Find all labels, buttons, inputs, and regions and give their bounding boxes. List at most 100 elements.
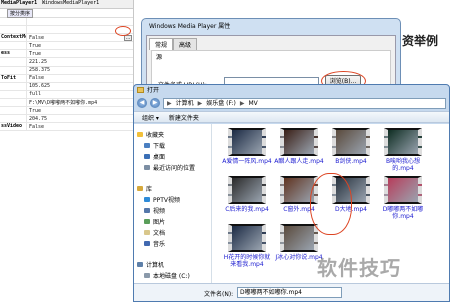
property-name [0,42,27,50]
video-icon [144,208,150,213]
file-item[interactable]: H花开的时候你就来看我.mp4 [221,224,273,268]
property-row[interactable]: F:\MV\D嘟嘟两不如嘟你.mp4 [0,98,133,108]
property-name [0,66,27,74]
organize-button[interactable]: 组织 ▾ [142,113,159,122]
background-heading: 资举例 [402,34,439,48]
property-name [0,82,27,90]
nav-favorites[interactable]: 收藏夹 [137,130,164,139]
nav-pictures[interactable]: 图片 [144,217,165,226]
property-value[interactable]: False [27,75,133,81]
file-name: H花开的时候你就来看我.mp4 [223,254,271,268]
nav-computer[interactable]: 计算机 [137,260,164,269]
breadcrumb-separator: ▶ [197,99,203,107]
property-name: ContextMenu [1,34,27,42]
new-folder-button[interactable]: 新建文件夹 [169,113,199,122]
property-value[interactable]: True [27,108,133,114]
breadcrumb-drive[interactable]: 娱乐盘 (F:) [206,99,236,108]
nav-label: 音乐 [153,241,166,248]
property-value[interactable]: False [27,124,133,130]
property-row[interactable]: 204.75 [0,115,133,124]
property-value[interactable]: 258.375 [27,67,133,73]
filename-label: 文件名(N): [204,291,234,298]
address-bar[interactable]: ▶ 计算机 ▶ 娱乐盘 (F:) ▶ MV [163,97,446,109]
nav-documents[interactable]: 文档 [144,228,165,237]
nav-recent[interactable]: 最近访问的位置 [144,163,195,172]
breadcrumb-mv[interactable]: MV [249,99,258,108]
file-item[interactable]: B剑侠.mp4 [325,128,377,165]
property-row[interactable]: ess True [0,50,133,59]
nav-label: 下载 [153,143,166,150]
video-thumbnail-icon [384,128,422,156]
property-name [0,26,27,34]
file-item[interactable]: C后来的我.mp4 [221,176,273,213]
nav-music[interactable]: 音乐 [144,239,165,248]
file-name: A醋人跟人走.mp4 [274,158,324,165]
property-grid-tabs: 按分类序 [0,8,133,18]
back-button[interactable]: ◀ [137,98,147,108]
property-row[interactable]: ContextMenuFalse... [0,34,133,43]
property-value[interactable]: 204.75 [27,116,133,122]
nav-local-disk[interactable]: 本地磁盘 (C:) [144,271,190,280]
nav-label: 图片 [153,219,166,226]
recent-places-icon [144,165,150,170]
property-row[interactable]: full [0,90,133,99]
tab-advanced[interactable]: 高级 [173,38,198,50]
video-thumbnail-icon [280,128,318,156]
property-name [0,58,27,66]
property-row[interactable]: 221.25 [0,58,133,67]
video-thumbnail-icon [280,224,318,252]
nav-videos[interactable]: 视频 [144,206,165,215]
file-item[interactable]: D嘟嘟两不如嘟你.mp4 [377,176,429,220]
tab-general[interactable]: 常规 [149,38,174,50]
property-row[interactable] [0,26,133,35]
property-row[interactable]: ssVideo False [0,123,133,132]
property-name [0,107,27,115]
property-row[interactable]: 105.625 [0,82,133,91]
file-item[interactable]: A醋人跟人走.mp4 [273,128,325,165]
property-row[interactable]: True [0,42,133,51]
file-item[interactable]: A爱情一阵风.mp4 [221,128,273,165]
video-thumbnail-icon [228,128,266,156]
computer-icon [137,262,143,267]
nav-label: 文档 [153,230,166,237]
property-value[interactable]: False [27,35,124,41]
property-row[interactable]: True [0,107,133,116]
property-row[interactable]: ToFit False [0,74,133,83]
nav-label: PPTV视频 [153,197,181,204]
file-name: D嘟嘟两不如嘟你.mp4 [382,206,424,220]
property-value[interactable]: True [27,51,133,57]
tab-categorized[interactable]: 按分类序 [7,8,34,18]
filename-input[interactable]: D嘟嘟两不如嘟你.mp4 [237,287,342,298]
folder-icon [137,87,144,93]
open-dialog-title: 打开 [134,85,449,96]
video-icon [144,197,150,202]
nav-label: 最近访问的位置 [153,165,196,172]
property-value[interactable]: F:\MV\D嘟嘟两不如嘟你.mp4 [27,99,133,106]
file-name: C后来的我.mp4 [225,206,269,213]
document-icon [144,230,150,235]
forward-button[interactable]: ▶ [150,98,160,108]
property-row[interactable] [0,18,133,27]
property-value[interactable]: 105.625 [27,83,133,89]
property-name: ToFit [0,74,27,82]
breadcrumb-computer[interactable]: 计算机 [176,99,194,108]
nav-desktop[interactable]: 桌面 [144,152,165,161]
nav-downloads[interactable]: 下载 [144,141,165,150]
nav-label: 收藏夹 [146,132,165,139]
property-value[interactable]: 221.25 [27,59,133,65]
property-value[interactable]: True [27,43,133,49]
highlight-oval [115,26,131,36]
video-thumbnail-icon [332,128,370,156]
video-thumbnail-icon [228,224,266,252]
property-grid: MediaPlayer1 WindowsMediaPlayer1 按分类序 Co… [0,0,134,302]
nav-pptv[interactable]: PPTV视频 [144,195,180,204]
nav-library[interactable]: 库 [137,184,152,193]
nav-label: 本地磁盘 (C:) [153,273,190,280]
file-item[interactable]: B唉哟我心想的.mp4 [377,128,429,172]
property-row[interactable]: 258.375 [0,66,133,75]
dialog-title: Windows Media Player 属性 [149,23,231,30]
library-icon [137,186,143,191]
breadcrumb-separator: ▶ [239,99,245,107]
property-name [0,90,27,98]
property-value[interactable]: full [27,91,133,97]
